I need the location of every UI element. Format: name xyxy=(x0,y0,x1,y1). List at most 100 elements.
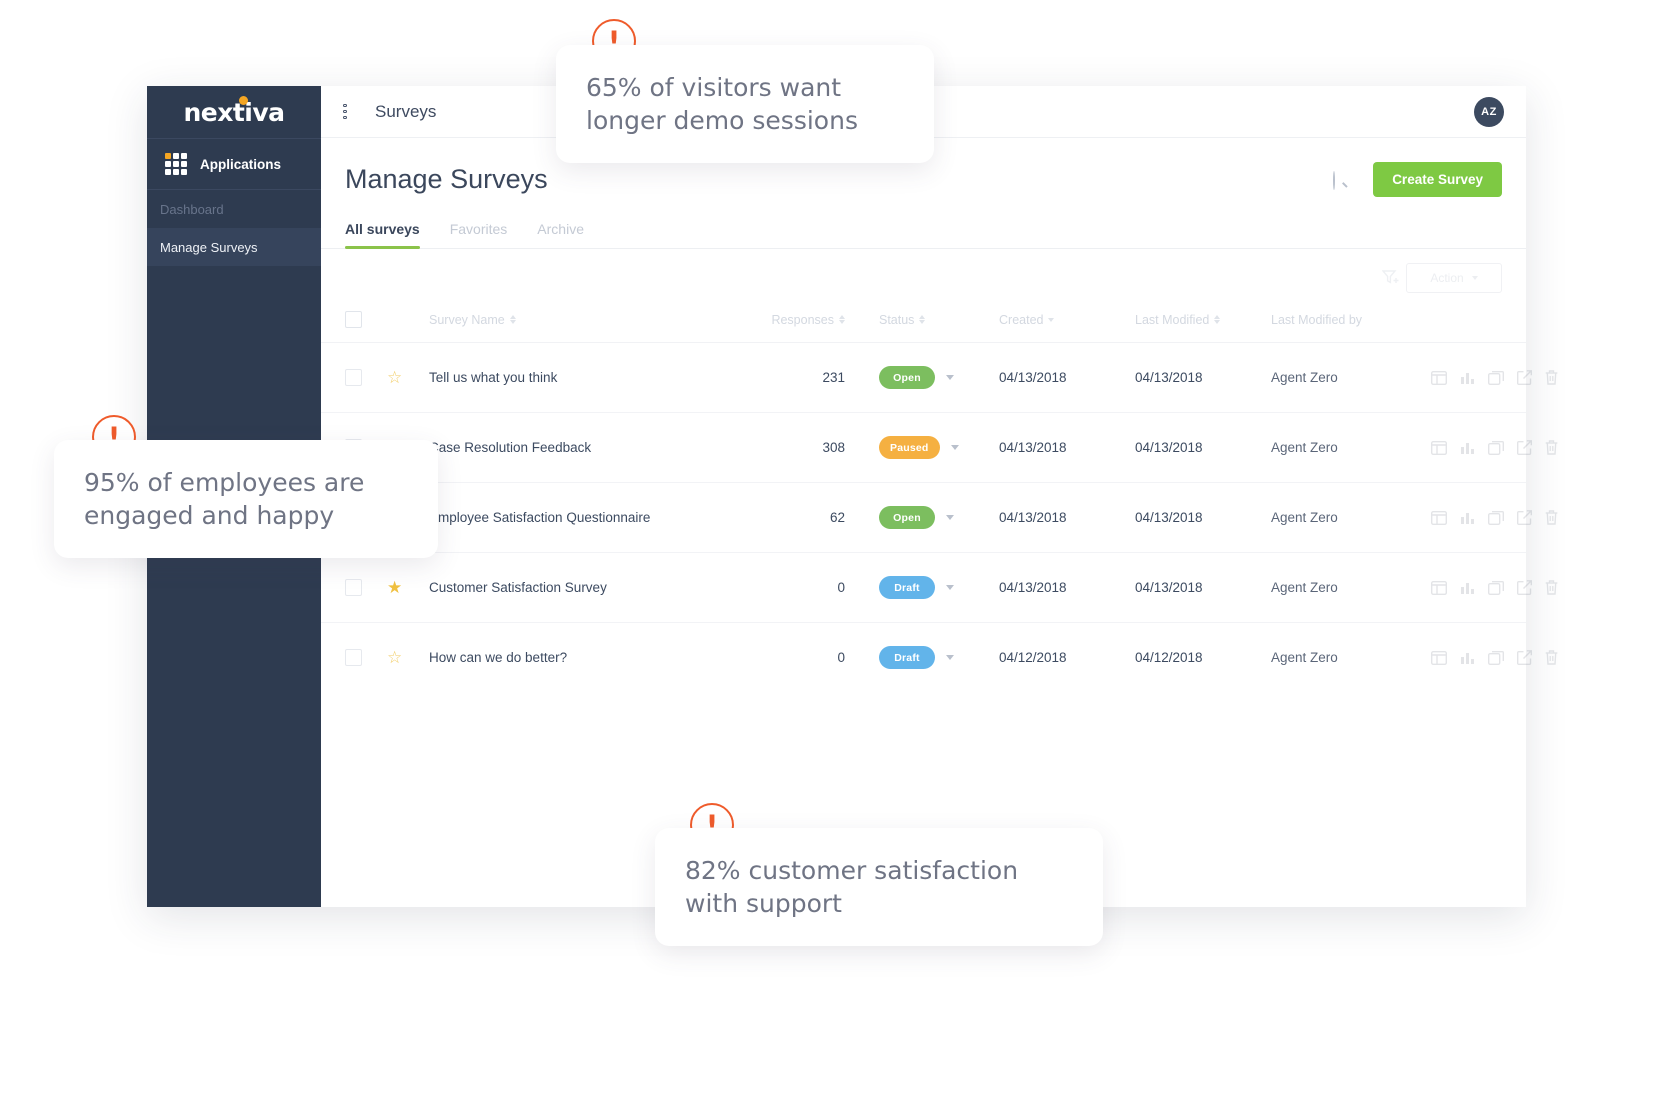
created-cell: 04/13/2018 xyxy=(999,553,1135,623)
tab-label: Archive xyxy=(537,221,584,237)
cards-icon[interactable] xyxy=(1431,581,1447,595)
status-badge[interactable]: Open xyxy=(879,506,935,529)
col-label: Survey Name xyxy=(429,313,505,327)
tab-favorites[interactable]: Favorites xyxy=(450,221,508,248)
duplicate-icon[interactable] xyxy=(1488,651,1504,665)
status-chevron-down-icon[interactable] xyxy=(946,375,954,380)
col-created[interactable]: Created xyxy=(999,305,1135,343)
status-chevron-down-icon[interactable] xyxy=(946,585,954,590)
row-favorite-cell: ☆ xyxy=(387,623,429,693)
duplicate-icon[interactable] xyxy=(1488,371,1504,385)
survey-name-cell[interactable]: How can we do better? xyxy=(429,623,759,693)
sort-icon[interactable] xyxy=(1214,315,1220,324)
trash-icon[interactable] xyxy=(1545,650,1558,665)
table-header-row: Survey Name Responses Status xyxy=(321,305,1526,343)
surveys-table: Survey Name Responses Status xyxy=(321,305,1526,692)
last-modified-by-cell: Agent Zero xyxy=(1271,623,1431,693)
edit-icon[interactable] xyxy=(1517,510,1532,525)
responses-cell: 62 xyxy=(759,483,879,553)
bar-chart-icon[interactable] xyxy=(1460,371,1475,385)
status-badge[interactable]: Draft xyxy=(879,646,935,669)
row-actions-cell xyxy=(1431,623,1526,693)
filter-icon[interactable] xyxy=(1382,270,1400,286)
duplicate-icon[interactable] xyxy=(1488,581,1504,595)
table-row[interactable]: ☆Tell us what you think231Open04/13/2018… xyxy=(321,343,1526,413)
row-actions-cell xyxy=(1431,553,1526,623)
status-chevron-down-icon[interactable] xyxy=(946,655,954,660)
sidebar-item-dashboard[interactable]: Dashboard xyxy=(147,190,321,228)
search-icon[interactable] xyxy=(1333,172,1350,189)
sidebar-item-manage-surveys[interactable]: Manage Surveys xyxy=(147,228,321,266)
sort-icon[interactable] xyxy=(919,315,925,324)
col-responses[interactable]: Responses xyxy=(759,305,879,343)
status-cell: Open xyxy=(879,343,999,413)
tab-archive[interactable]: Archive xyxy=(537,221,584,248)
col-last-modified[interactable]: Last Modified xyxy=(1135,305,1271,343)
table-row[interactable]: ☆Case Resolution Feedback308Paused04/13/… xyxy=(321,413,1526,483)
trash-icon[interactable] xyxy=(1545,440,1558,455)
sidebar-item-applications[interactable]: Applications xyxy=(147,139,321,189)
col-last-modified-by: Last Modified by xyxy=(1271,305,1431,343)
sort-icon[interactable] xyxy=(839,315,845,324)
row-checkbox[interactable] xyxy=(345,369,362,386)
cards-icon[interactable] xyxy=(1431,441,1447,455)
cards-icon[interactable] xyxy=(1431,511,1447,525)
col-label: Last Modified xyxy=(1135,313,1209,327)
last-modified-cell: 04/13/2018 xyxy=(1135,343,1271,413)
topbar-title: Surveys xyxy=(375,102,436,122)
table-body: ☆Tell us what you think231Open04/13/2018… xyxy=(321,343,1526,693)
survey-name-cell[interactable]: Employee Satisfaction Questionnaire xyxy=(429,483,759,553)
bar-chart-icon[interactable] xyxy=(1460,651,1475,665)
bar-chart-icon[interactable] xyxy=(1460,511,1475,525)
edit-icon[interactable] xyxy=(1517,580,1532,595)
status-chevron-down-icon[interactable] xyxy=(951,445,959,450)
trash-icon[interactable] xyxy=(1545,370,1558,385)
responses-cell: 308 xyxy=(759,413,879,483)
avatar[interactable]: AZ xyxy=(1474,97,1504,127)
status-chevron-down-icon[interactable] xyxy=(946,515,954,520)
survey-name-cell[interactable]: Tell us what you think xyxy=(429,343,759,413)
row-checkbox[interactable] xyxy=(345,649,362,666)
survey-name-cell[interactable]: Case Resolution Feedback xyxy=(429,413,759,483)
star-outline-icon[interactable]: ☆ xyxy=(387,368,402,387)
row-checkbox[interactable] xyxy=(345,579,362,596)
select-all-checkbox[interactable] xyxy=(345,311,362,328)
table-row[interactable]: ☆How can we do better?0Draft04/12/201804… xyxy=(321,623,1526,693)
star-outline-icon[interactable]: ☆ xyxy=(387,648,402,667)
table-row[interactable]: ☆Employee Satisfaction Questionnaire62Op… xyxy=(321,483,1526,553)
trash-icon[interactable] xyxy=(1545,510,1558,525)
survey-name-cell[interactable]: Customer Satisfaction Survey xyxy=(429,553,759,623)
table-row[interactable]: ★Customer Satisfaction Survey0Draft04/13… xyxy=(321,553,1526,623)
status-badge[interactable]: Open xyxy=(879,366,935,389)
bar-chart-icon[interactable] xyxy=(1460,441,1475,455)
col-favorite xyxy=(387,305,429,343)
edit-icon[interactable] xyxy=(1517,370,1532,385)
tab-label: All surveys xyxy=(345,221,420,237)
logo-dot-icon xyxy=(239,96,248,105)
status-badge[interactable]: Draft xyxy=(879,576,935,599)
responses-cell: 0 xyxy=(759,623,879,693)
edit-icon[interactable] xyxy=(1517,650,1532,665)
nextiva-logo[interactable]: nextiva xyxy=(147,86,321,138)
duplicate-icon[interactable] xyxy=(1488,441,1504,455)
duplicate-icon[interactable] xyxy=(1488,511,1504,525)
sidebar-item-label: Manage Surveys xyxy=(160,240,258,255)
col-survey-name[interactable]: Survey Name xyxy=(429,305,759,343)
table-header: Survey Name Responses Status xyxy=(321,305,1526,343)
sort-desc-icon[interactable] xyxy=(1048,318,1054,322)
bar-chart-icon[interactable] xyxy=(1460,581,1475,595)
col-status[interactable]: Status xyxy=(879,305,999,343)
edit-icon[interactable] xyxy=(1517,440,1532,455)
table-toolbar: Action xyxy=(321,249,1526,305)
sort-icon[interactable] xyxy=(510,315,516,324)
main-content: Surveys AZ Manage Surveys Create Survey … xyxy=(321,86,1526,907)
callout-bubble-visitors: 65% of visitors want longer demo session… xyxy=(556,45,934,163)
create-survey-button[interactable]: Create Survey xyxy=(1373,162,1502,197)
action-dropdown-button[interactable]: Action xyxy=(1406,263,1502,293)
trash-icon[interactable] xyxy=(1545,580,1558,595)
cards-icon[interactable] xyxy=(1431,651,1447,665)
star-filled-icon[interactable]: ★ xyxy=(387,578,402,597)
cards-icon[interactable] xyxy=(1431,371,1447,385)
tab-all-surveys[interactable]: All surveys xyxy=(345,221,420,248)
status-badge[interactable]: Paused xyxy=(879,436,940,459)
